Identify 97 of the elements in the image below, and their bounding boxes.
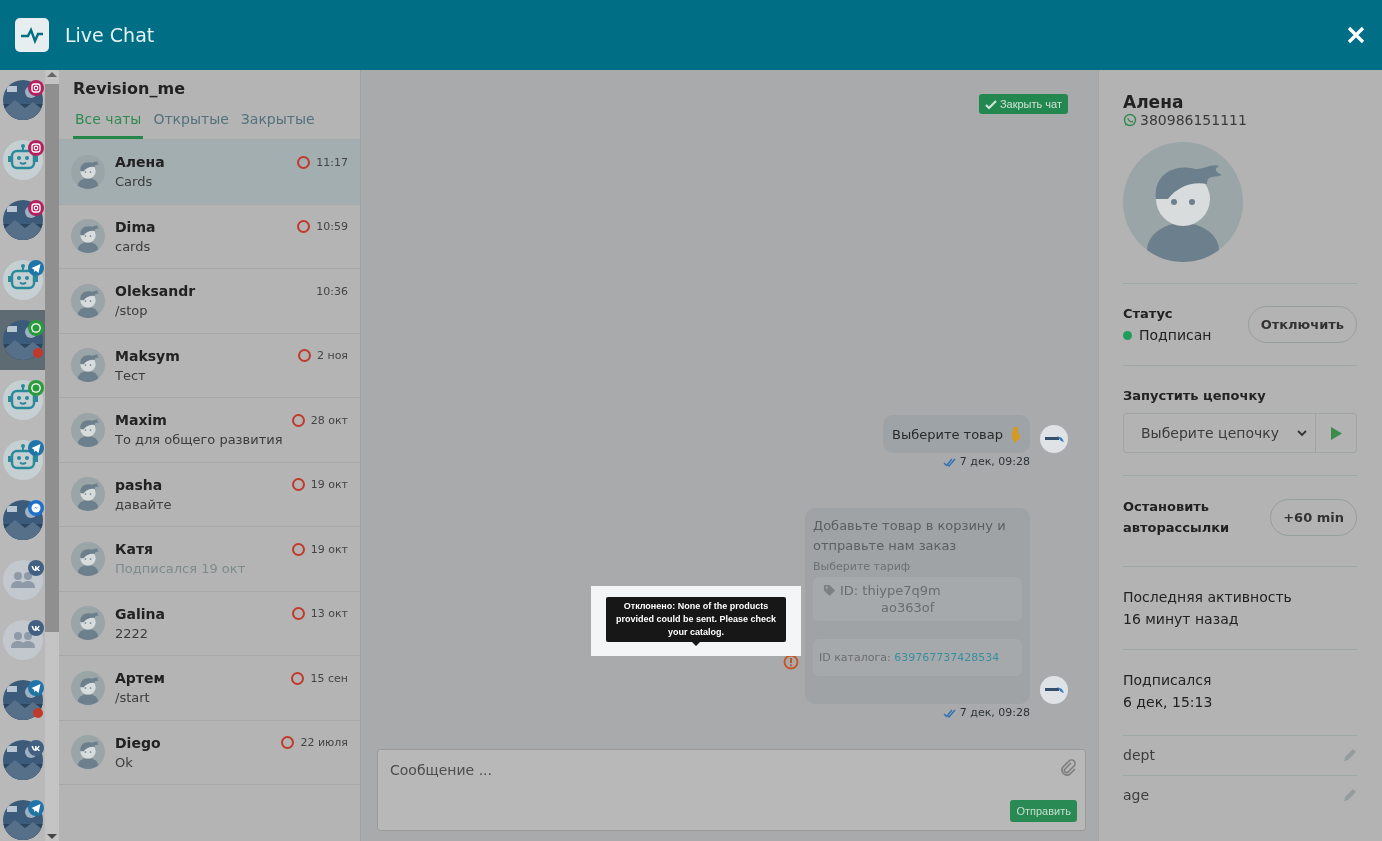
status-label: Статус — [1123, 306, 1174, 321]
chat-item[interactable]: Maxim 28 окт То для общего развития — [59, 398, 360, 463]
product-id: ID: thiype7q9m — [840, 583, 941, 598]
message-preview: cards — [115, 238, 152, 254]
account-name: Revision_me — [73, 79, 185, 98]
message-time: 2 ноя — [316, 349, 348, 363]
person-avatar — [71, 477, 105, 512]
catalog-id: ID каталога: 639767737428534 — [819, 651, 1001, 664]
paper-plane-icon — [28, 680, 44, 696]
person-avatar — [71, 606, 105, 641]
vk-icon — [28, 740, 44, 756]
person-avatar — [71, 219, 105, 254]
contact-name: Алена — [1123, 92, 1185, 112]
message-time: 15 сен — [310, 671, 348, 685]
person-avatar — [71, 670, 105, 705]
pause-label: Остановить авторассылки — [1123, 498, 1231, 537]
field-name: dept — [1123, 747, 1155, 763]
person-avatar — [71, 412, 105, 447]
message-preview: /stop — [115, 303, 149, 319]
message-preview: 2222 — [115, 625, 150, 641]
error-icon[interactable] — [783, 654, 799, 670]
double-check-icon — [942, 456, 956, 467]
logo-icon — [15, 18, 49, 52]
chain-label: Запустить цепочку — [1123, 388, 1267, 403]
subscribed-label: Подписался — [1123, 672, 1212, 688]
bot-avatar — [1040, 425, 1068, 453]
subscribed-value: 6 дек, 15:13 — [1123, 694, 1213, 710]
person-avatar — [71, 735, 105, 770]
channel-item[interactable] — [0, 310, 45, 370]
person-avatar — [71, 283, 105, 318]
message-time: 10:59 — [316, 220, 348, 234]
product-id: ao363of — [881, 600, 935, 615]
last-activity-value: 16 минут назад — [1123, 611, 1239, 627]
chat-item[interactable]: Maksym 2 ноя Тест — [59, 333, 360, 398]
message-time: 19 окт — [310, 542, 348, 556]
person-avatar — [71, 348, 105, 383]
message-time: 13 окт — [310, 607, 348, 621]
message-text: Выберите товар — [892, 426, 1003, 442]
message-time: 7 дек, 09:28 — [959, 706, 1030, 719]
paper-plane-icon — [28, 440, 44, 456]
chat-item[interactable]: Dima 10:59 cards — [59, 204, 360, 269]
paperclip-icon[interactable] — [1059, 758, 1077, 776]
message-time: 10:36 — [316, 284, 348, 298]
message-time: 11:17 — [316, 155, 348, 169]
message-time: 7 дек, 09:28 — [959, 455, 1030, 468]
chat-item[interactable]: Алена 11:17 Cards — [59, 140, 360, 205]
contact-name: Maxim — [115, 412, 168, 429]
window-title: Live Chat — [65, 24, 156, 46]
vk-icon — [28, 620, 44, 636]
message-time: 28 окт — [310, 413, 348, 427]
message-preview: Cards — [115, 174, 154, 190]
whatsapp-icon — [1123, 113, 1137, 127]
chat-item[interactable]: Galina 13 окт 2222 — [59, 591, 360, 656]
message-preview: давайте — [115, 496, 173, 512]
chat-item[interactable]: Артем 15 сен /start — [59, 656, 360, 721]
whatsapp-icon — [28, 380, 44, 396]
scrollbar[interactable] — [45, 70, 59, 841]
contact-name: Dima — [115, 218, 157, 235]
paper-plane-icon — [28, 800, 44, 816]
message-time: 19 окт — [310, 478, 348, 492]
instagram-icon — [28, 80, 44, 96]
message-preview: То для общего развития — [115, 432, 284, 448]
instagram-icon — [28, 200, 44, 216]
contact-name: Galina — [115, 605, 166, 622]
contact-name: Maksym — [115, 347, 181, 364]
last-activity-label: Последняя активность — [1123, 589, 1292, 605]
bot-avatar — [1040, 676, 1068, 704]
paper-plane-icon — [28, 260, 44, 276]
contact-name: Артем — [115, 670, 166, 687]
instagram-icon — [28, 140, 44, 156]
double-check-icon — [942, 707, 956, 718]
message-preview: Тест — [115, 367, 147, 383]
person-avatar — [71, 154, 105, 189]
contact-name: Oleksandr — [115, 283, 197, 300]
contact-name: pasha — [115, 476, 164, 493]
message-time: 22 июля — [300, 736, 348, 750]
contact-name: Diego — [115, 734, 162, 751]
message-preview: /start — [115, 690, 151, 706]
field-name: age — [1123, 787, 1150, 803]
close-icon[interactable] — [1346, 25, 1366, 45]
tag-icon — [823, 584, 836, 597]
scroll-down-icon[interactable] — [45, 831, 59, 841]
contact-name: Катя — [115, 541, 154, 558]
phone-number: 380986151111 — [1140, 112, 1247, 128]
robot-avatar — [2, 140, 43, 180]
whatsapp-icon — [28, 320, 44, 336]
message-preview: Ok — [115, 754, 134, 770]
contact-name: Алена — [115, 154, 166, 171]
status-text: Подписан — [1139, 327, 1212, 343]
check-icon — [984, 98, 997, 110]
messenger-icon — [28, 500, 44, 516]
chat-item[interactable]: Oleksandr 10:36 /stop — [59, 269, 360, 334]
vk-icon — [28, 560, 44, 576]
chat-item[interactable]: pasha 19 окт давайте — [59, 462, 360, 527]
card-title: Добавьте товар в корзину и отправьте нам заказ — [813, 517, 1007, 555]
person-avatar — [71, 541, 105, 576]
chat-item[interactable]: Diego 22 июля Ok — [59, 720, 360, 785]
